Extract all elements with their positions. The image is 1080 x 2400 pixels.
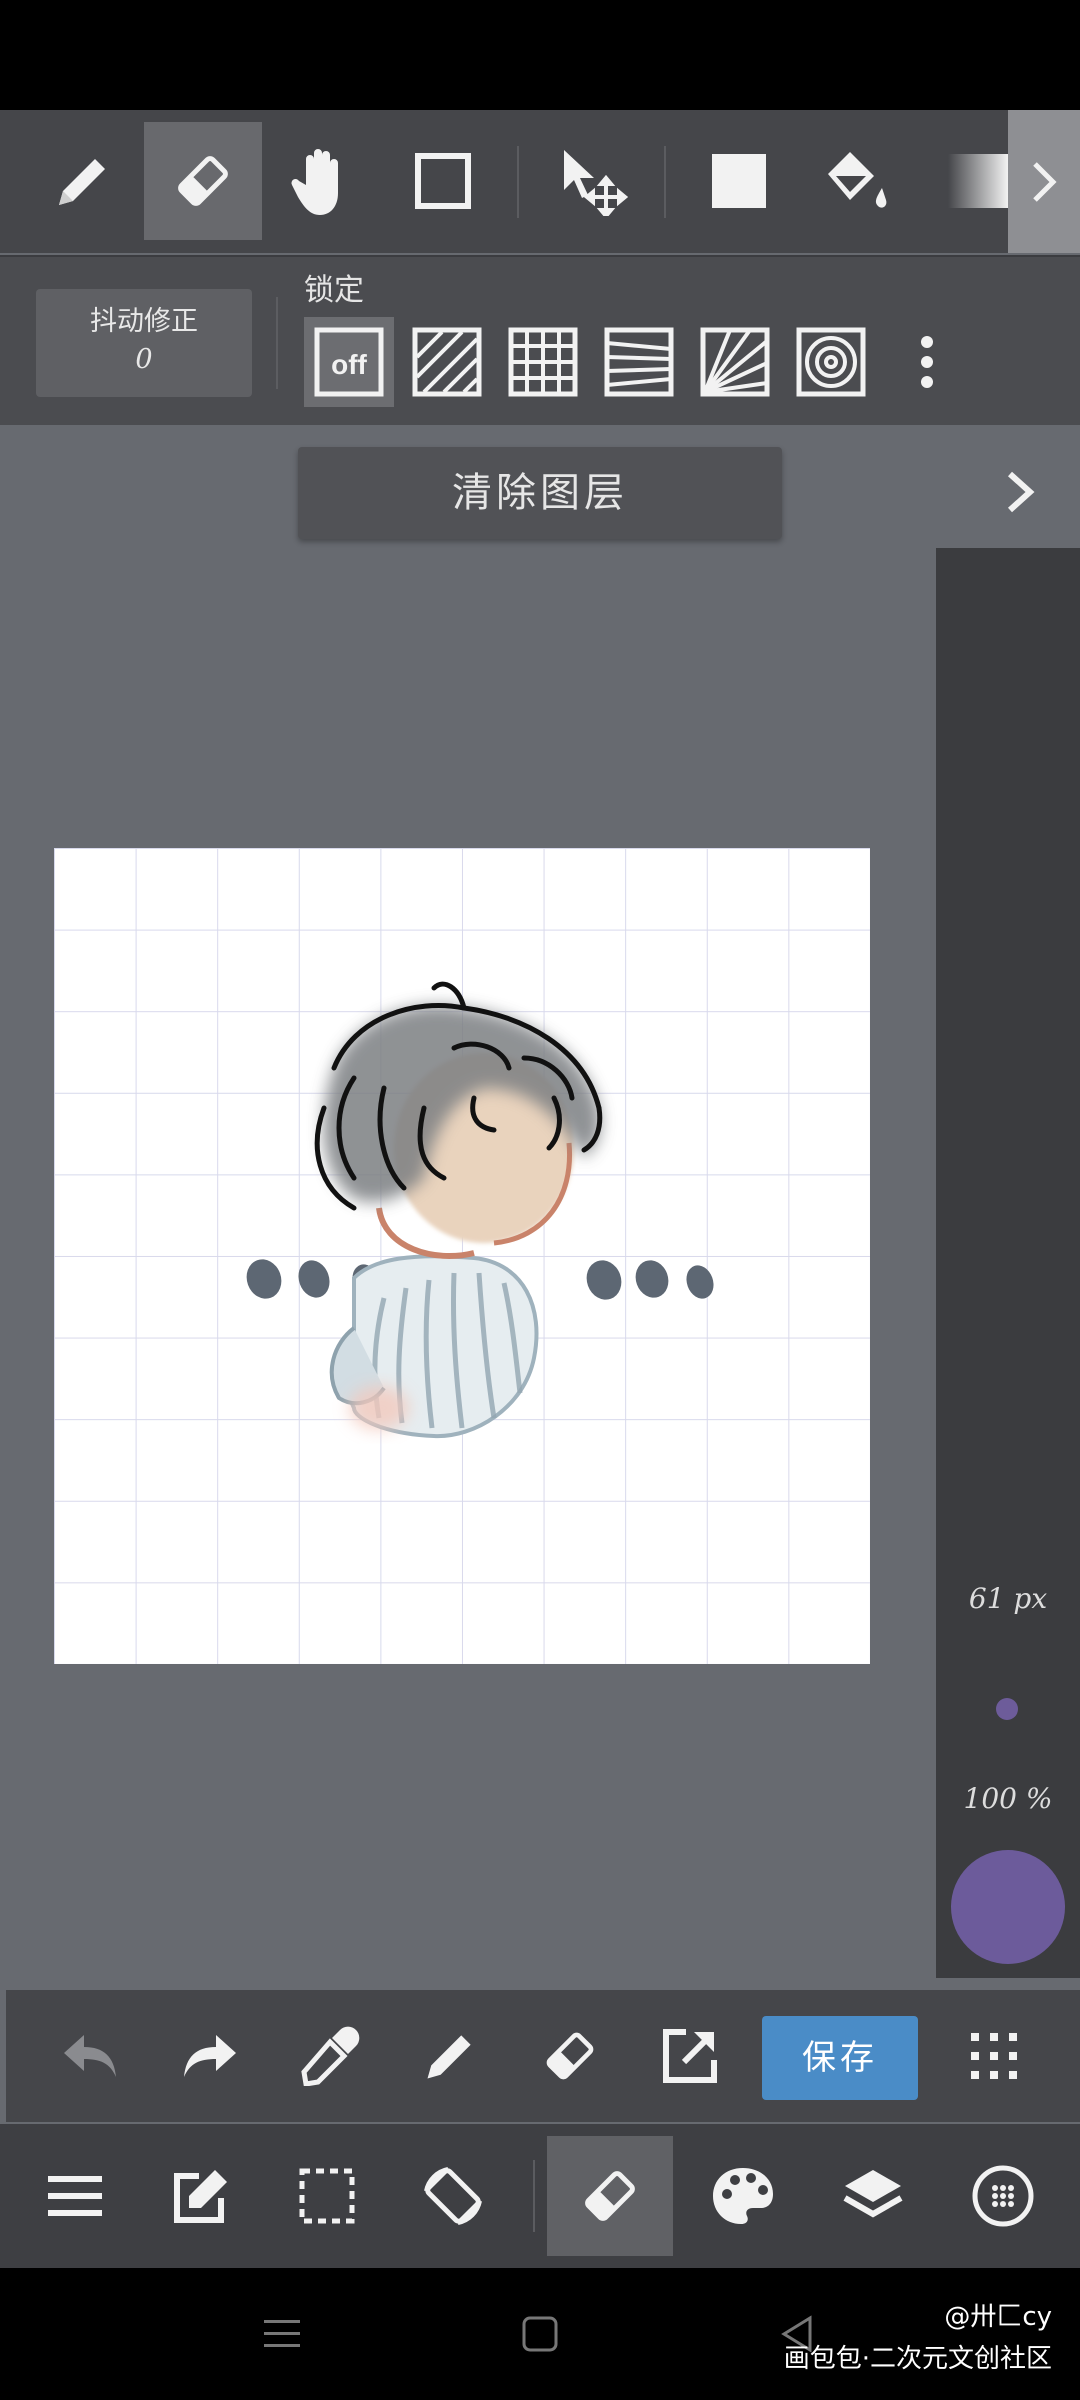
fill-shape-tool-button[interactable] xyxy=(680,122,798,240)
recent-apps-button[interactable] xyxy=(252,2304,312,2364)
menu-icon xyxy=(48,2176,102,2216)
guide-grid-button[interactable] xyxy=(498,317,588,407)
stabilizer-label: 抖动修正 xyxy=(90,306,198,337)
color-swatch[interactable] xyxy=(951,1850,1065,1964)
guide-off-text: off xyxy=(331,349,367,380)
grid-icon xyxy=(508,327,578,397)
eraser-icon xyxy=(178,156,228,206)
parallel-lines-icon xyxy=(412,327,482,397)
guide-off-button[interactable]: off xyxy=(304,317,394,407)
shape-tool-button[interactable] xyxy=(384,122,502,240)
system-navigation-bar: @卅匚cy 画包包·二次元文创社区 xyxy=(0,2268,1080,2400)
bucket-icon xyxy=(828,152,887,208)
move-tool-button[interactable] xyxy=(534,122,652,240)
eraser-button[interactable] xyxy=(526,2012,614,2100)
move-icon xyxy=(564,150,628,216)
toolbar-divider xyxy=(664,146,666,218)
eraser-icon xyxy=(546,2032,594,2080)
eraser-tool-button[interactable] xyxy=(144,122,262,240)
guide-more-button[interactable] xyxy=(910,317,944,407)
save-button[interactable]: 保存 xyxy=(762,2016,918,2100)
redo-button[interactable] xyxy=(166,2012,254,2100)
selection-button[interactable] xyxy=(264,2136,390,2256)
hand-icon xyxy=(291,149,338,215)
selection-icon xyxy=(299,2168,355,2224)
stabilizer-button[interactable]: 抖动修正 0 xyxy=(36,289,252,397)
rotate-icon xyxy=(424,2167,482,2225)
pen-icon xyxy=(59,159,105,205)
recent-apps-icon xyxy=(264,2320,300,2347)
menu-button[interactable] xyxy=(12,2136,138,2256)
lock-label: 锁定 xyxy=(304,273,364,308)
chevron-right-icon xyxy=(1033,161,1057,202)
toolbar-scroll-right-button[interactable] xyxy=(1008,110,1080,253)
guide-radial-button[interactable] xyxy=(690,317,780,407)
options-divider xyxy=(276,297,278,389)
more-vertical-icon xyxy=(921,336,933,388)
pen-tool-button[interactable] xyxy=(24,122,142,240)
bottom-navigation xyxy=(0,2124,1080,2268)
edit-button[interactable] xyxy=(138,2136,264,2256)
eyedropper-icon xyxy=(301,2026,360,2086)
bucket-tool-button[interactable] xyxy=(800,122,918,240)
undo-icon xyxy=(64,2035,116,2077)
perspective-lines-icon xyxy=(604,327,674,397)
rectangle-icon xyxy=(415,153,471,209)
brush-settings-button[interactable] xyxy=(940,2136,1066,2256)
export-icon xyxy=(663,2029,717,2083)
action-bar: 保存 xyxy=(6,1990,1080,2122)
status-bar xyxy=(0,0,1080,110)
home-icon xyxy=(522,2316,558,2352)
nav-divider xyxy=(533,2160,535,2232)
undo-button[interactable] xyxy=(46,2012,134,2100)
eraser-nav-button[interactable] xyxy=(547,2136,673,2256)
brush-opacity-label[interactable]: 100 % xyxy=(936,1782,1080,1815)
hand-tool-button[interactable] xyxy=(264,122,382,240)
layers-icon xyxy=(843,2170,903,2218)
guide-concentric-button[interactable] xyxy=(786,317,876,407)
gradient-tool-button[interactable] xyxy=(920,122,1008,240)
grid-menu-button[interactable] xyxy=(950,2012,1038,2100)
eyedropper-button[interactable] xyxy=(286,2012,374,2100)
brush-side-panel: 61 px 100 % xyxy=(936,548,1080,1978)
grid-menu-icon xyxy=(971,2033,1017,2079)
clear-layer-button[interactable]: 清除图层 xyxy=(298,447,782,539)
fill-shape-icon xyxy=(712,154,766,208)
edit-icon xyxy=(174,2170,227,2223)
layers-button[interactable] xyxy=(810,2136,936,2256)
chevron-right-icon xyxy=(1007,471,1035,513)
stabilizer-value: 0 xyxy=(135,344,153,375)
drawing-canvas[interactable] xyxy=(54,848,870,1664)
tool-toolbar xyxy=(0,110,1080,253)
gradient-icon xyxy=(948,154,1008,208)
brush-settings-icon xyxy=(972,2165,1034,2227)
palette-icon xyxy=(713,2168,773,2224)
home-button[interactable] xyxy=(510,2304,570,2364)
artwork-illustration xyxy=(246,981,714,1439)
pen-icon xyxy=(427,2035,471,2079)
brush-size-label[interactable]: 61 px xyxy=(936,1582,1080,1615)
panel-expand-button[interactable] xyxy=(990,462,1050,522)
guide-perspective-button[interactable] xyxy=(594,317,684,407)
watermark-app: 画包包·二次元文创社区 xyxy=(783,2344,1052,2374)
brush-size-preview xyxy=(996,1698,1018,1720)
tool-options-bar: 抖动修正 0 锁定 off xyxy=(0,255,1080,425)
toolbar-divider xyxy=(517,146,519,218)
guide-off-icon: off xyxy=(314,327,384,397)
redo-icon xyxy=(184,2035,236,2077)
rotate-button[interactable] xyxy=(390,2136,516,2256)
eraser-icon xyxy=(585,2171,635,2221)
watermark-user: @卅匚cy xyxy=(944,2302,1052,2332)
pen-button[interactable] xyxy=(406,2012,494,2100)
export-button[interactable] xyxy=(646,2012,734,2100)
guide-parallel-button[interactable] xyxy=(402,317,492,407)
palette-button[interactable] xyxy=(680,2136,806,2256)
radial-lines-icon xyxy=(700,327,770,397)
concentric-circles-icon xyxy=(796,327,866,397)
